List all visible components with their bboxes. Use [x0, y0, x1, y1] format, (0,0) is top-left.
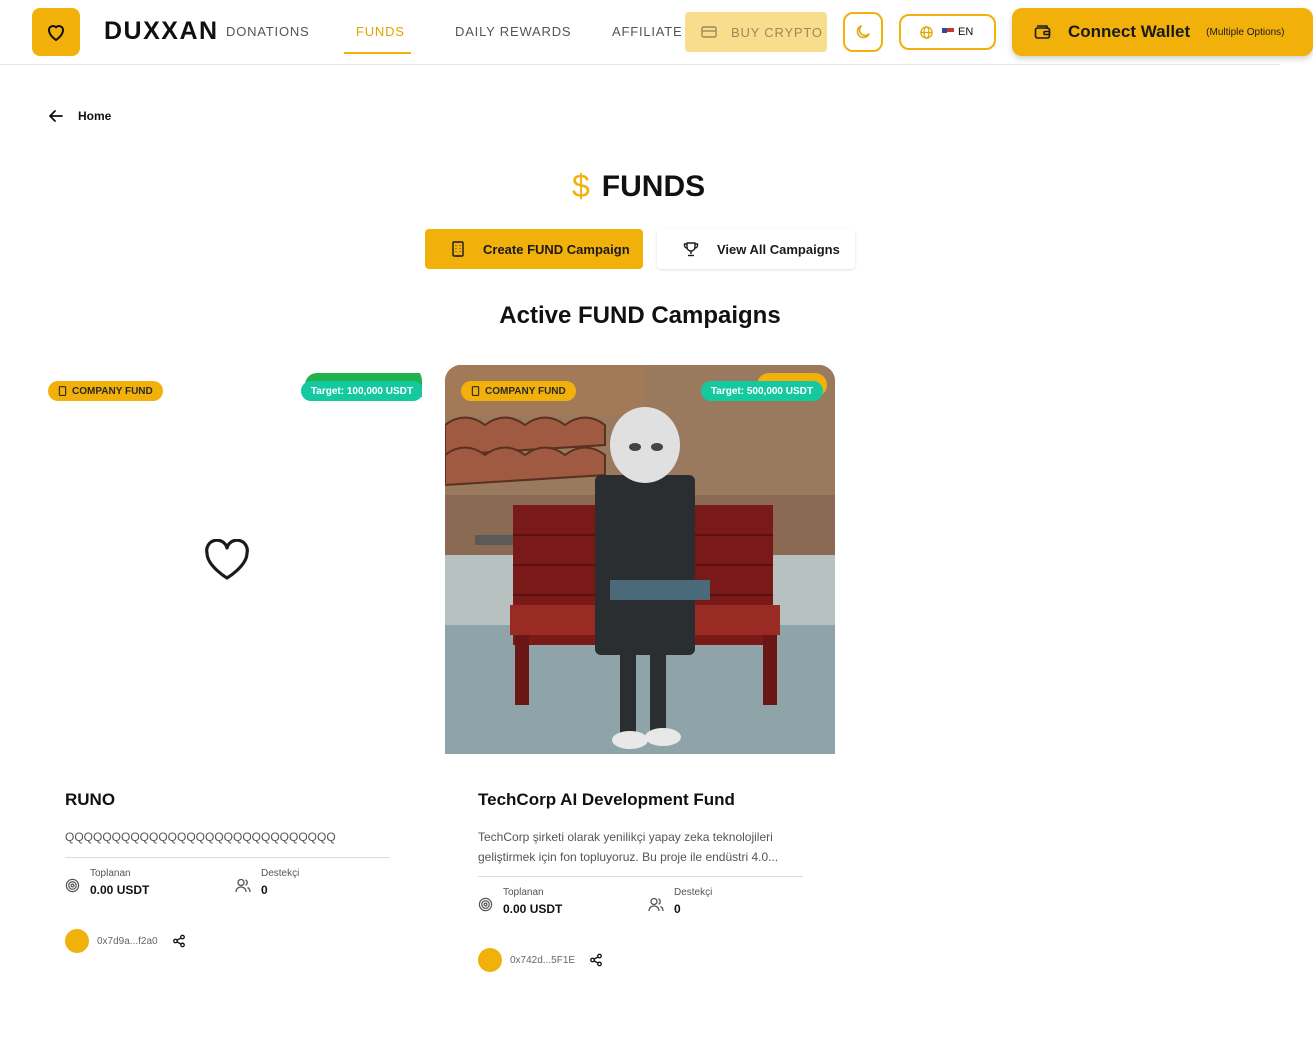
language-selector[interactable]: EN	[899, 14, 996, 50]
page-title-text: FUNDS	[601, 169, 706, 203]
nav-affiliate[interactable]: AFFILIATE	[612, 24, 683, 39]
campaign-title[interactable]: TechCorp AI Development Fund	[478, 790, 735, 810]
raised-value: 0.00 USDT	[503, 902, 563, 916]
raised-label: Toplanan	[90, 868, 131, 879]
avatar	[478, 948, 502, 972]
active-nav-indicator	[344, 52, 411, 54]
wallet-options-note: (Multiple Options)	[1206, 26, 1285, 38]
campaign-description: TechCorp şirketi olarak yenilikçi yapay …	[478, 830, 779, 864]
campaign-owner: 0x7d9a...f2a0	[65, 929, 186, 953]
nav-daily-rewards[interactable]: DAILY REWARDS	[455, 24, 571, 39]
campaign-image: COMPANY FUND Target: 500,000 USDT	[445, 365, 835, 754]
dollar-icon: $	[572, 168, 590, 204]
raised-value: 0.00 USDT	[90, 883, 150, 897]
buy-crypto-label: BUY CRYPTO	[731, 24, 823, 40]
avatar	[65, 929, 89, 953]
company-fund-badge: COMPANY FUND	[48, 381, 163, 401]
company-fund-badge: COMPANY FUND	[461, 381, 576, 401]
top-navbar: DUXXAN DONATIONS FUNDS DAILY REWARDS AFF…	[0, 0, 1313, 65]
supporters-stat: Destekçi 0	[648, 887, 712, 916]
raised-label: Toplanan	[503, 887, 544, 898]
buy-crypto-button[interactable]: BUY CRYPTO	[685, 12, 827, 52]
raised-stat: Toplanan 0.00 USDT	[65, 868, 149, 897]
supporters-label: Destekçi	[674, 887, 713, 898]
globe-icon	[920, 25, 933, 39]
moon-icon	[856, 25, 870, 39]
target-badge: Target: 500,000 USDT	[700, 381, 823, 401]
supporters-stat: Destekçi 0	[235, 868, 299, 897]
heart-icon	[205, 539, 249, 580]
campaign-owner: 0x742d...5F1E	[478, 948, 603, 972]
raised-stat: Toplanan 0.00 USDT	[478, 887, 562, 916]
theme-toggle-button[interactable]	[843, 12, 883, 52]
create-fund-campaign-label: Create FUND Campaign	[483, 241, 630, 257]
connect-wallet-button[interactable]: Connect Wallet (Multiple Options)	[1012, 8, 1313, 56]
logo-button[interactable]	[32, 8, 80, 56]
target-icon	[65, 878, 80, 893]
view-all-campaigns-label: View All Campaigns	[717, 241, 840, 257]
us-flag-icon	[942, 28, 954, 36]
language-code: EN	[958, 26, 974, 38]
campaign-title[interactable]: RUNO	[65, 790, 115, 810]
card-divider	[478, 876, 803, 877]
connect-wallet-label: Connect Wallet	[1068, 22, 1191, 41]
users-icon	[235, 878, 251, 893]
campaign-description: QQQQQQQQQQQQQQQQQQQQQQQQQQQQQ	[65, 830, 336, 844]
badge-label: COMPANY FUND	[485, 385, 566, 397]
page-title: $ FUNDS	[572, 168, 705, 205]
building-icon	[471, 386, 480, 396]
supporters-label: Destekçi	[261, 868, 300, 879]
target-icon	[478, 897, 493, 912]
users-icon	[648, 897, 664, 912]
nav-donations[interactable]: DONATIONS	[226, 24, 310, 39]
view-all-campaigns-button[interactable]: View All Campaigns	[657, 229, 855, 269]
share-icon[interactable]	[589, 953, 603, 967]
create-fund-campaign-button[interactable]: Create FUND Campaign	[425, 229, 643, 269]
trophy-icon	[683, 242, 699, 257]
campaign-image-placeholder: COMPANY FUND Target: 100,000 USDT	[32, 365, 422, 754]
supporters-value: 0	[261, 883, 268, 897]
back-label: Home	[78, 109, 112, 123]
robot-on-bench-photo	[445, 365, 835, 754]
building-icon	[58, 386, 67, 396]
back-to-home-link[interactable]: Home	[48, 109, 111, 123]
owner-address[interactable]: 0x742d...5F1E	[510, 955, 575, 966]
arrow-left-icon	[49, 110, 63, 122]
brand-name[interactable]: DUXXAN	[104, 17, 219, 46]
wallet-icon	[1034, 25, 1051, 39]
nav-funds[interactable]: FUNDS	[356, 24, 405, 39]
target-badge: Target: 100,000 USDT	[300, 381, 422, 401]
owner-address[interactable]: 0x7d9a...f2a0	[97, 936, 158, 947]
card-divider	[65, 857, 390, 858]
badge-label: COMPANY FUND	[72, 385, 153, 397]
heart-icon	[48, 25, 64, 41]
section-title: Active FUND Campaigns	[499, 302, 781, 329]
credit-card-icon	[701, 26, 717, 38]
share-icon[interactable]	[172, 934, 186, 948]
building-icon	[452, 241, 464, 257]
supporters-value: 0	[674, 902, 681, 916]
